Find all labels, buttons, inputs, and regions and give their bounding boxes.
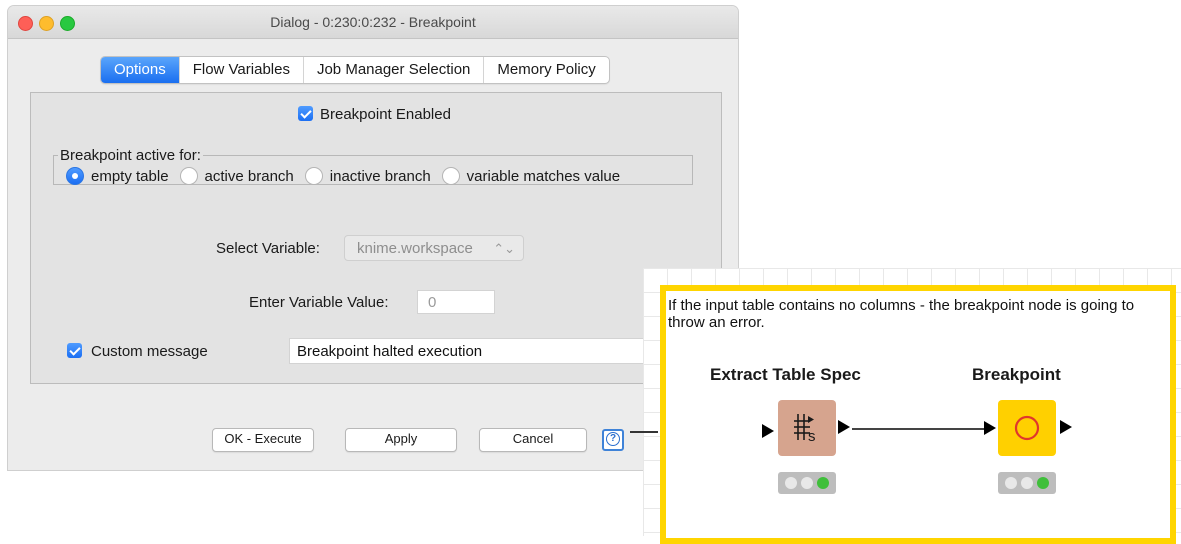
extract-table-spec-node[interactable]: s [778, 400, 836, 456]
workflow-annotation[interactable]: If the input table contains no columns -… [660, 285, 1176, 544]
incoming-connection [630, 431, 658, 433]
status-dot-red [1005, 477, 1017, 489]
custom-message-input[interactable] [289, 338, 649, 364]
radio-label: variable matches value [466, 167, 621, 185]
ok-execute-button[interactable]: OK - Execute [212, 428, 314, 452]
breakpoint-enabled-label: Breakpoint Enabled [320, 106, 451, 123]
tab-job-manager-selection[interactable]: Job Manager Selection [304, 57, 485, 83]
output-port-icon [1060, 420, 1072, 434]
radio-label: active branch [204, 167, 294, 185]
radio-button[interactable] [441, 167, 460, 185]
apply-button[interactable]: Apply [345, 428, 457, 452]
breakpoint-dialog: Dialog - 0:230:0:232 - Breakpoint Option… [8, 6, 738, 470]
breakpoint-enabled-checkbox[interactable] [298, 106, 313, 121]
active-for-radio-group: empty table active branch inactive branc… [66, 167, 631, 185]
status-dot-yellow [801, 477, 813, 489]
input-port-icon [984, 421, 996, 435]
status-dot-green [817, 477, 829, 489]
node-connection [852, 428, 984, 430]
node-title-breakpoint: Breakpoint [972, 365, 1061, 384]
breakpoint-circle-icon [1014, 415, 1040, 441]
tab-bar: Options Flow Variables Job Manager Selec… [100, 56, 610, 84]
custom-message-label: Custom message [91, 343, 208, 360]
status-dot-red [785, 477, 797, 489]
enter-variable-value-label: Enter Variable Value: [249, 294, 389, 311]
cancel-button[interactable]: Cancel [479, 428, 587, 452]
help-button[interactable]: ? [602, 429, 624, 451]
radio-button[interactable] [66, 167, 84, 185]
radio-variable-matches-value[interactable]: variable matches value [441, 167, 621, 185]
breakpoint-active-for-legend: Breakpoint active for: [60, 147, 201, 164]
status-dot-green [1037, 477, 1049, 489]
help-icon: ? [606, 432, 620, 446]
breakpoint-active-for-group: Breakpoint active for: empty table activ… [53, 147, 693, 185]
breakpoint-enabled-toggle[interactable]: Breakpoint Enabled [298, 106, 451, 123]
node-status-traffic-light [778, 472, 836, 494]
select-variable-value: knime.workspace [357, 240, 473, 257]
status-dot-yellow [1021, 477, 1033, 489]
tab-flow-variables[interactable]: Flow Variables [180, 57, 304, 83]
options-panel: Breakpoint Enabled Breakpoint active for… [30, 92, 722, 384]
input-port-icon [762, 424, 774, 438]
node-title-extract-table-spec: Extract Table Spec [710, 365, 861, 384]
radio-label: inactive branch [329, 167, 431, 185]
window-title: Dialog - 0:230:0:232 - Breakpoint [270, 14, 476, 30]
chevron-up-down-icon: ⌃⌄ [493, 241, 515, 256]
tab-memory-policy[interactable]: Memory Policy [484, 57, 608, 83]
radio-empty-table[interactable]: empty table [66, 167, 169, 185]
svg-text:s: s [808, 428, 816, 445]
radio-active-branch[interactable]: active branch [179, 167, 294, 185]
radio-inactive-branch[interactable]: inactive branch [304, 167, 431, 185]
radio-label: empty table [91, 167, 169, 185]
tab-options[interactable]: Options [101, 57, 180, 83]
radio-button[interactable] [304, 167, 323, 185]
node-status-traffic-light [998, 472, 1056, 494]
output-port-icon [838, 420, 850, 434]
variable-value-input[interactable] [417, 290, 495, 314]
title-bar[interactable]: Dialog - 0:230:0:232 - Breakpoint [8, 6, 738, 39]
select-variable-dropdown[interactable]: knime.workspace ⌃⌄ [344, 235, 524, 261]
select-variable-label: Select Variable: [216, 240, 320, 257]
table-spec-icon: s [794, 414, 816, 445]
annotation-text: If the input table contains no columns -… [668, 297, 1135, 331]
radio-button[interactable] [179, 167, 198, 185]
custom-message-checkbox[interactable] [67, 343, 82, 358]
custom-message-toggle[interactable]: Custom message [67, 343, 208, 360]
breakpoint-node[interactable] [998, 400, 1056, 456]
